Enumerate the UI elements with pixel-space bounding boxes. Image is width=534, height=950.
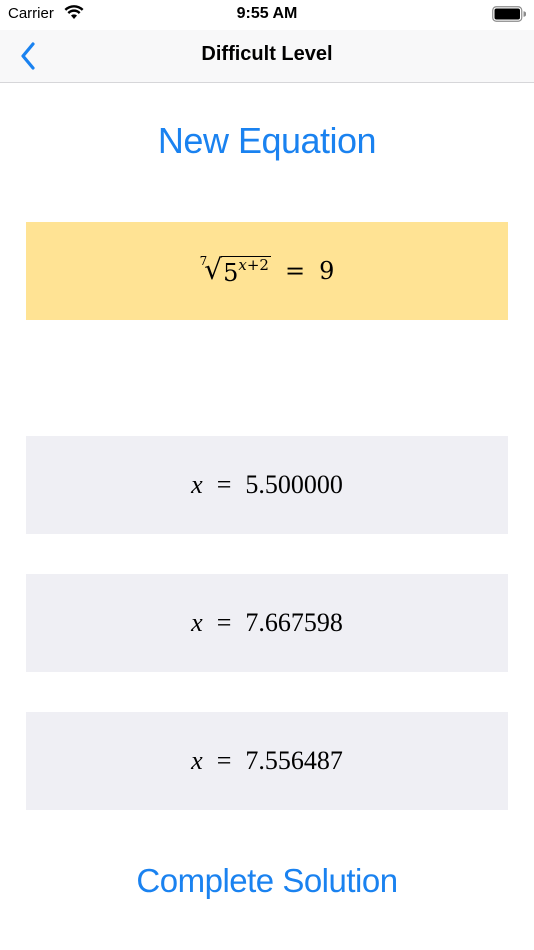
status-time: 9:55 AM: [236, 5, 298, 22]
navigation-bar: Difficult Level: [0, 30, 534, 83]
equation-display: 7 √ 5x+2 = 9: [26, 222, 508, 320]
nav-title: Difficult Level: [201, 43, 333, 65]
answer-variable: x: [191, 608, 203, 637]
answer-value: 7.556487: [245, 746, 343, 775]
answer-value: 7.667598: [245, 608, 343, 637]
answer-variable: x: [191, 746, 203, 775]
battery-icon: [492, 6, 526, 22]
equation-radical: 7 √ 5x+2: [199, 253, 271, 287]
answer-option-1[interactable]: x = 5.500000: [26, 436, 508, 534]
equation-exponent: x+2: [238, 256, 269, 274]
answer-variable: x: [191, 470, 203, 499]
equation-equals: =: [284, 257, 306, 285]
radicand: 5x+2: [221, 255, 271, 287]
answer-equals: =: [216, 470, 232, 499]
new-equation-button[interactable]: New Equation: [0, 120, 534, 162]
exponent-rest: +2: [246, 255, 269, 274]
answer-equals: =: [216, 746, 232, 775]
answer-equals: =: [216, 608, 232, 637]
equation-base: 5: [223, 258, 239, 287]
root-index: 7: [199, 253, 208, 268]
answer-value: 5.500000: [245, 470, 343, 499]
exponent-variable: x: [238, 255, 247, 274]
status-bar: Carrier 9:55 AM: [0, 0, 534, 30]
equation-rhs: 9: [319, 257, 335, 285]
complete-solution-button[interactable]: Complete Solution: [0, 862, 534, 900]
answer-option-3[interactable]: x = 7.556487: [26, 712, 508, 810]
answer-option-2[interactable]: x = 7.667598: [26, 574, 508, 672]
